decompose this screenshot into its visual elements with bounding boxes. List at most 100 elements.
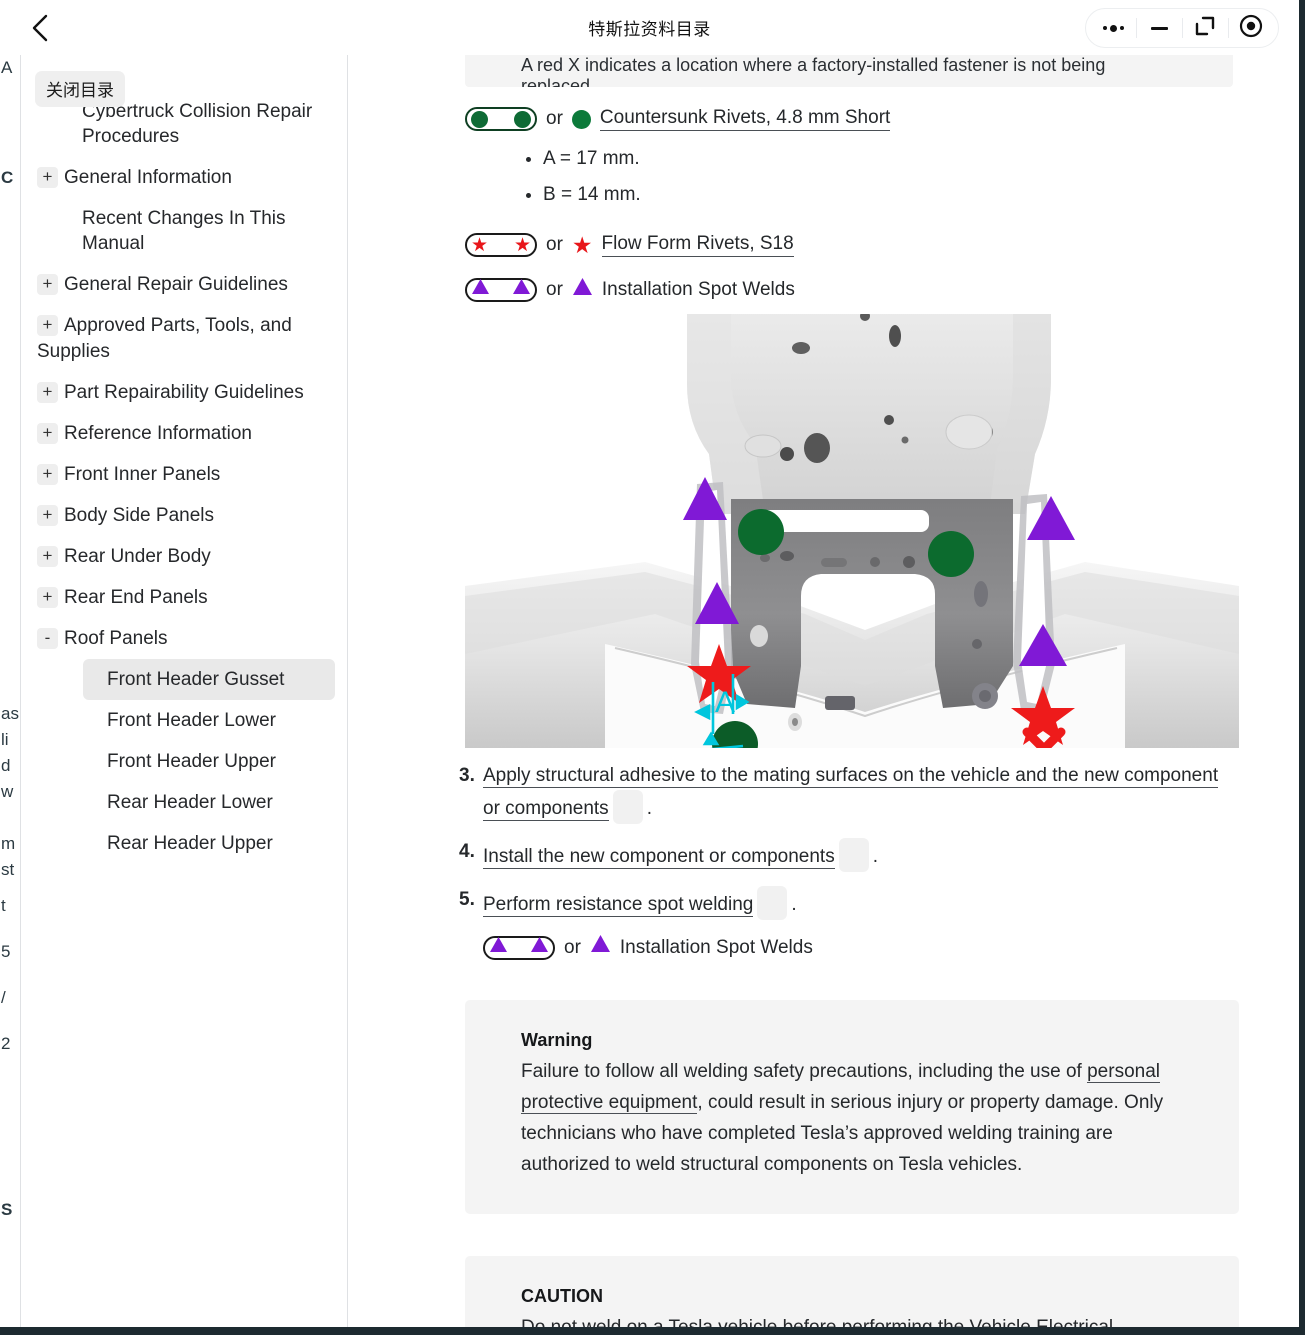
legend-or-label: or — [564, 937, 581, 959]
toc-item-label: Front Header Gusset — [107, 669, 285, 691]
title-bar: 特斯拉资料目录 — [0, 0, 1299, 55]
toc-item-label: General Repair Guidelines — [64, 274, 288, 296]
more-dots-icon — [1102, 24, 1124, 32]
toc-item-label: Front Header Upper — [107, 751, 276, 773]
toc-item-label: Rear End Panels — [64, 587, 208, 609]
expand-plus-icon[interactable]: + — [37, 422, 58, 444]
sidebar-item-rear-header-upper[interactable]: Rear Header Upper — [83, 823, 335, 864]
green-circle-icon — [571, 109, 591, 129]
minimize-button[interactable] — [1136, 9, 1182, 47]
step-4-link[interactable]: Install the new component or components — [483, 846, 835, 870]
page-fragment: 2 — [1, 1034, 11, 1053]
legend-or-label: or — [546, 278, 563, 300]
sidebar-item-front-header-gusset[interactable]: Front Header Gusset — [83, 659, 335, 701]
sidebar-item-rear-header-lower[interactable]: Rear Header Lower — [83, 782, 335, 823]
page-fragment: st — [1, 860, 15, 879]
countersunk-rivet-pill-badge — [465, 107, 537, 131]
toc-item-label: Body Side Panels — [64, 504, 214, 526]
sidebar-item-recent-changes-in-this-manual[interactable]: Recent Changes In This Manual — [37, 198, 335, 264]
sidebar-item-rear-end-panels[interactable]: + Rear End Panels — [37, 577, 335, 618]
fastener-note-box: A red X indicates a location where a fac… — [465, 55, 1233, 87]
red-star-icon: ★ — [471, 234, 489, 256]
close-toc-button[interactable]: 关闭目录 — [35, 71, 125, 107]
page-fragment: li — [1, 730, 9, 749]
green-circle-icon — [514, 110, 531, 128]
legend-row-spot-welds-step5: or Installation Spot Welds — [483, 934, 1239, 962]
toc-item-label: Cybertruck Collision Repair Procedures — [82, 101, 313, 148]
sidebar-item-general-information[interactable]: + General Information — [37, 157, 335, 198]
collapse-minus-icon[interactable]: - — [37, 628, 58, 650]
toc-item-label: Rear Header Lower — [107, 792, 273, 814]
toc-item-label: Reference Information — [64, 422, 252, 444]
page-fragment: d — [1, 756, 11, 775]
toc-item-label: Rear Under Body — [64, 545, 211, 567]
window-controls — [1085, 8, 1279, 48]
expand-plus-icon[interactable]: + — [37, 274, 58, 296]
sidebar-item-part-repairability-guidelines[interactable]: + Part Repairability Guidelines — [37, 372, 335, 413]
green-circle-icon — [471, 110, 488, 128]
sidebar-item-front-header-lower[interactable]: Front Header Lower — [83, 700, 335, 741]
sidebar-item-body-side-panels[interactable]: + Body Side Panels — [37, 495, 335, 536]
page-fragment: C — [1, 168, 14, 187]
expand-plus-icon[interactable]: + — [37, 381, 58, 403]
step-3-link[interactable]: Apply structural adhesive to the mating … — [483, 765, 1219, 822]
toc-item-label: Roof Panels — [64, 628, 168, 650]
sidebar-item-reference-information[interactable]: + Reference Information — [37, 413, 335, 454]
flow-form-rivets-link[interactable]: Flow Form Rivets, S18 — [601, 233, 794, 258]
front-header-gusset-diagram[interactable]: A B — [465, 314, 1239, 749]
inline-placeholder-box[interactable] — [612, 790, 643, 825]
step-5-link[interactable]: Perform resistance spot welding — [483, 894, 754, 918]
app-window: 特斯拉资料目录 A C as li d w m st t 5 / 2 S 关闭目… — [0, 0, 1299, 1327]
more-options-button[interactable] — [1090, 9, 1136, 47]
underlying-page-sliver: A C as li d w m st t 5 / 2 S — [0, 55, 20, 1327]
page-fragment: as — [1, 704, 19, 723]
spot-weld-pill-badge — [465, 277, 537, 302]
page-fragment: w — [1, 782, 14, 801]
step-number: 4. — [459, 841, 475, 863]
warning-heading: Warning — [521, 1030, 593, 1051]
sidebar-item-front-header-upper[interactable]: Front Header Upper — [83, 741, 335, 782]
step-5: 5. Perform resistance spot welding. or I… — [459, 886, 1239, 962]
legend-or-label: or — [546, 234, 563, 256]
step-3: 3. Apply structural adhesive to the mati… — [459, 762, 1239, 825]
close-button[interactable] — [1228, 9, 1274, 47]
step-4: 4. Install the new component or componen… — [459, 838, 1239, 873]
procedure-steps: 3. Apply structural adhesive to the mati… — [459, 762, 1239, 962]
sidebar-item-rear-under-body[interactable]: + Rear Under Body — [37, 536, 335, 577]
expand-plus-icon[interactable]: + — [37, 545, 58, 567]
countersunk-rivets-link[interactable]: Countersunk Rivets, 4.8 mm Short — [599, 107, 891, 131]
purple-triangle-icon — [590, 934, 611, 962]
step-number: 5. — [459, 889, 475, 911]
purple-triangle-icon — [572, 277, 593, 302]
expand-plus-icon[interactable]: + — [37, 504, 58, 526]
document-content[interactable]: A red X indicates a location where a fac… — [349, 55, 1299, 1327]
expand-plus-icon[interactable]: + — [37, 315, 58, 337]
page-fragment: / — [1, 988, 6, 1007]
diagram-illustration: A B — [465, 314, 1239, 749]
page-fragment: t — [1, 896, 6, 915]
red-star-icon: ★ — [513, 234, 531, 256]
expand-button[interactable] — [1182, 9, 1228, 47]
step-5-trailing: . — [791, 894, 797, 916]
sidebar-item-approved-parts-tools-and-supplies[interactable]: + Approved Parts, Tools, and Supplies — [37, 305, 335, 371]
flow-form-rivet-pill-badge: ★ ★ — [465, 233, 537, 258]
toc-item-label: Front Header Lower — [107, 710, 276, 732]
expand-plus-icon[interactable]: + — [37, 463, 58, 485]
sidebar-item-roof-panels[interactable]: - Roof Panels — [37, 618, 335, 659]
minus-icon — [1150, 26, 1168, 30]
caution-body: Do not weld on a Tesla vehicle before pe… — [521, 1313, 1183, 1327]
sidebar-item-general-repair-guidelines[interactable]: + General Repair Guidelines — [37, 264, 335, 305]
legend-or-label: or — [546, 108, 563, 129]
inline-placeholder-box[interactable] — [838, 838, 869, 873]
expand-plus-icon[interactable]: + — [37, 167, 58, 189]
toc-item-label: Recent Changes In This Manual — [82, 208, 286, 255]
toc-item-label: Front Inner Panels — [64, 463, 221, 485]
page-fragment: S — [1, 1200, 13, 1219]
purple-triangle-icon — [530, 934, 549, 962]
red-star-icon: ★ — [571, 231, 593, 258]
inline-placeholder-box[interactable] — [757, 886, 788, 921]
purple-triangle-icon — [512, 278, 531, 301]
warning-body: Failure to follow all welding safety pre… — [521, 1057, 1183, 1180]
sidebar-item-front-inner-panels[interactable]: + Front Inner Panels — [37, 454, 335, 495]
expand-plus-icon[interactable]: + — [37, 587, 58, 609]
